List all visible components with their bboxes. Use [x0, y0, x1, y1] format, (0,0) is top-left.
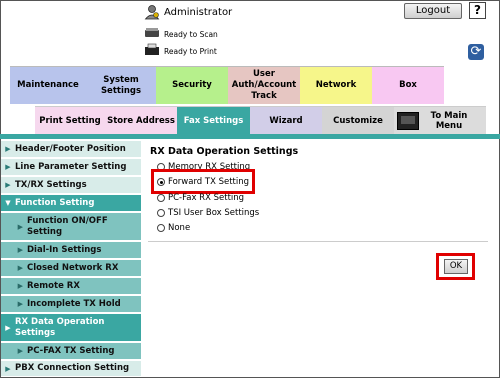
arrow-right-icon: ▶ [17, 222, 23, 231]
radio-button[interactable] [157, 194, 165, 202]
subtab-wizard[interactable]: Wizard [250, 106, 322, 134]
sidebar-item-dial-in-settings[interactable]: ▶ Dial-In Settings [1, 242, 141, 259]
printer-icon [144, 43, 160, 59]
option-forward-tx-setting[interactable]: Forward TX Setting [157, 176, 249, 188]
sidebar-item-header-footer-position[interactable]: ▶ Header/Footer Position [1, 141, 141, 158]
radio-button[interactable] [157, 224, 165, 232]
tab-network[interactable]: Network [300, 66, 372, 104]
sidebar-item-pbx-connection-setting[interactable]: ▶ PBX Connection Setting [1, 361, 141, 377]
subtab-customize[interactable]: Customize [322, 106, 394, 134]
radio-button[interactable] [157, 209, 165, 217]
user-label: Administrator [164, 6, 233, 18]
arrow-down-icon: ▼ [5, 199, 11, 207]
subtab-print-setting[interactable]: Print Setting [35, 106, 105, 134]
to-main-menu-button[interactable]: To Main Menu [394, 106, 486, 134]
sidebar-item-remote-rx[interactable]: ▶ Remote RX [1, 278, 141, 295]
page-title: RX Data Operation Settings [150, 146, 299, 157]
arrow-right-icon: ▶ [17, 246, 23, 254]
sidebar-item-function-on-off-setting[interactable]: ▶ Function ON/OFF Setting [1, 213, 141, 241]
subtab-store-address[interactable]: Store Address [105, 106, 177, 134]
subtab-fax-settings[interactable]: Fax Settings [177, 106, 250, 134]
print-status: Ready to Print [144, 43, 217, 59]
scan-status: Ready to Scan [144, 27, 218, 41]
arrow-right-icon: ▶ [5, 181, 11, 189]
refresh-icon[interactable]: ⟳ [468, 44, 484, 60]
arrow-right-icon: ▶ [5, 163, 11, 171]
arrow-right-icon: ▶ [17, 264, 23, 272]
arrow-right-icon: ▶ [5, 364, 11, 373]
main-content: RX Data Operation Settings Memory RX Set… [148, 139, 488, 377]
user-info: Administrator [144, 3, 232, 21]
ok-button[interactable]: OK [444, 259, 468, 274]
divider [148, 241, 488, 242]
sidebar-item-line-parameter-setting[interactable]: ▶ Line Parameter Setting [1, 159, 141, 176]
tab-box[interactable]: Box [372, 66, 444, 104]
tab-user-auth-account-track[interactable]: User Auth/Account Track [228, 66, 300, 104]
scan-status-label: Ready to Scan [164, 29, 218, 39]
option-tsi-user-box-settings[interactable]: TSI User Box Settings [157, 207, 259, 219]
tab-system-settings[interactable]: System Settings [86, 66, 156, 104]
sidebar: ▶ Header/Footer Position ▶ Line Paramete… [1, 139, 141, 377]
sidebar-item-incomplete-tx-hold[interactable]: ▶ Incomplete TX Hold [1, 296, 141, 313]
arrow-right-icon: ▶ [17, 300, 23, 308]
scanner-icon [144, 27, 160, 41]
logout-button[interactable]: Logout [404, 3, 462, 19]
sidebar-item-rx-data-operation-settings[interactable]: ▶ RX Data Operation Settings [1, 314, 141, 342]
arrow-right-icon: ▶ [5, 145, 11, 153]
sidebar-item-tx-rx-settings[interactable]: ▶ TX/RX Settings [1, 177, 141, 194]
sidebar-item-closed-network-rx[interactable]: ▶ Closed Network RX [1, 260, 141, 277]
radio-button-selected[interactable] [157, 178, 165, 186]
tab-maintenance[interactable]: Maintenance [10, 66, 86, 104]
to-main-menu-label: To Main Menu [430, 110, 468, 131]
administrator-icon [144, 4, 160, 20]
sidebar-item-function-setting[interactable]: ▼ Function Setting [1, 195, 141, 212]
main-menu-icon [397, 111, 419, 130]
print-status-label: Ready to Print [164, 46, 217, 56]
arrow-right-icon: ▶ [17, 347, 23, 355]
tab-security[interactable]: Security [156, 66, 228, 104]
help-button[interactable]: ? [469, 2, 486, 19]
option-pc-fax-rx-setting[interactable]: PC-Fax RX Setting [157, 192, 244, 204]
arrow-right-icon: ▶ [17, 282, 23, 290]
sidebar-item-pc-fax-tx-setting[interactable]: ▶ PC-FAX TX Setting [1, 343, 141, 360]
arrow-right-icon: ▶ [5, 323, 11, 332]
option-none[interactable]: None [157, 222, 190, 234]
